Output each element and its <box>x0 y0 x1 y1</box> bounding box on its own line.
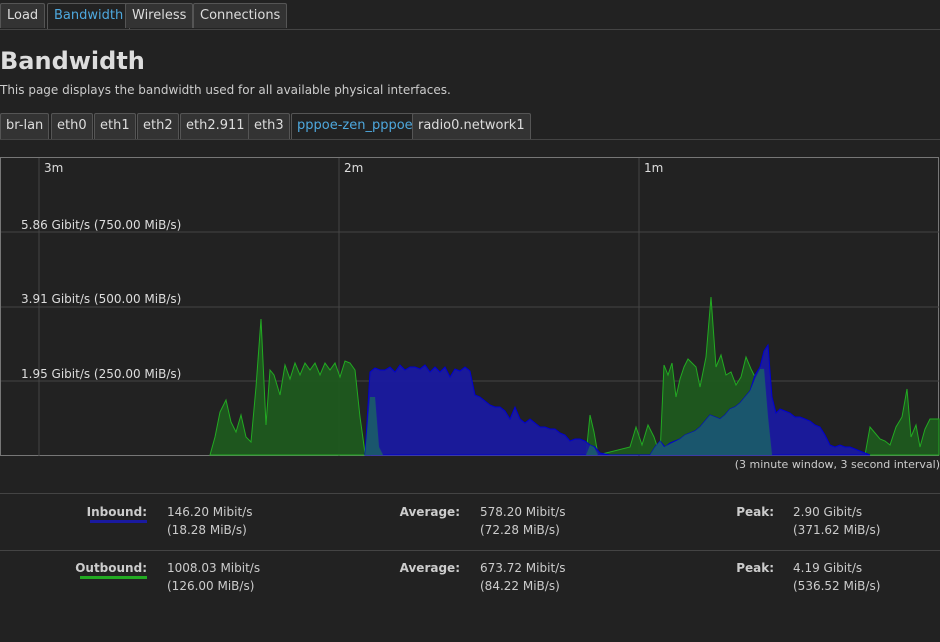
value-label: 5.86 Gibit/s (750.00 MiB/s) <box>21 218 181 232</box>
inbound-average-label: Average: <box>399 505 460 519</box>
graph-window-note: (3 minute window, 3 second interval) <box>734 458 940 471</box>
outbound-legend-line <box>80 576 147 579</box>
outbound-current-bits: 1008.03 Mibit/s <box>167 561 261 575</box>
iface-tab-eth2[interactable]: eth2 <box>137 113 179 139</box>
tab-connections[interactable]: Connections <box>193 3 288 28</box>
inbound-peak-bits: 2.90 Gibit/s <box>793 505 863 519</box>
outbound-label: Outbound: <box>75 561 147 575</box>
outbound-peak-label: Peak: <box>736 561 774 575</box>
iface-tab-eth3[interactable]: eth3 <box>248 113 290 139</box>
bandwidth-graph: 3m 2m 1m 5.86 Gibit/s (750.00 MiB/s) 3.9… <box>0 157 940 456</box>
iface-tab-eth2-911[interactable]: eth2.911 <box>180 113 251 139</box>
inbound-current-bits: 146.20 Mibit/s <box>167 505 253 519</box>
time-label-3m: 3m <box>44 161 63 175</box>
iface-tab-radio0-network1[interactable]: radio0.network1 <box>412 113 531 139</box>
inbound-peak-bytes: (371.62 MiB/s) <box>793 523 881 537</box>
outbound-average-bits: 673.72 Mibit/s <box>480 561 566 575</box>
iface-tab-eth1[interactable]: eth1 <box>94 113 136 139</box>
time-label-2m: 2m <box>344 161 363 175</box>
inbound-current-bytes: (18.28 MiB/s) <box>167 523 247 537</box>
iface-tab-br-lan[interactable]: br-lan <box>0 113 50 139</box>
outbound-peak-bits: 4.19 Gibit/s <box>793 561 863 575</box>
page-description: This page displays the bandwidth used fo… <box>0 83 451 97</box>
inbound-average-bits: 578.20 Mibit/s <box>480 505 566 519</box>
tab-bandwidth[interactable]: Bandwidth <box>47 3 131 29</box>
table-divider <box>0 493 940 494</box>
table-divider <box>0 550 940 551</box>
value-label: 1.95 Gibit/s (250.00 MiB/s) <box>21 367 181 381</box>
main-tab-bar: Load Bandwidth Wireless Connections <box>0 0 940 30</box>
outbound-peak-bytes: (536.52 MiB/s) <box>793 579 881 593</box>
tab-load[interactable]: Load <box>0 3 46 28</box>
iface-tab-pppoe-zen-pppoe[interactable]: pppoe-zen_pppoe <box>291 113 419 139</box>
interface-tab-bar: br-lan eth0 eth1 eth2 eth2.911 eth3 pppo… <box>0 113 940 140</box>
outbound-average-label: Average: <box>399 561 460 575</box>
inbound-average-bytes: (72.28 MiB/s) <box>480 523 560 537</box>
inbound-peak-label: Peak: <box>736 505 774 519</box>
inbound-label: Inbound: <box>86 505 147 519</box>
outbound-current-bytes: (126.00 MiB/s) <box>167 579 255 593</box>
inbound-legend-line <box>90 520 147 523</box>
tab-wireless[interactable]: Wireless <box>125 3 194 28</box>
outbound-average-bytes: (84.22 MiB/s) <box>480 579 560 593</box>
page-title: Bandwidth <box>0 47 145 75</box>
value-label: 3.91 Gibit/s (500.00 MiB/s) <box>21 292 181 306</box>
time-label-1m: 1m <box>644 161 663 175</box>
iface-tab-eth0[interactable]: eth0 <box>51 113 93 139</box>
